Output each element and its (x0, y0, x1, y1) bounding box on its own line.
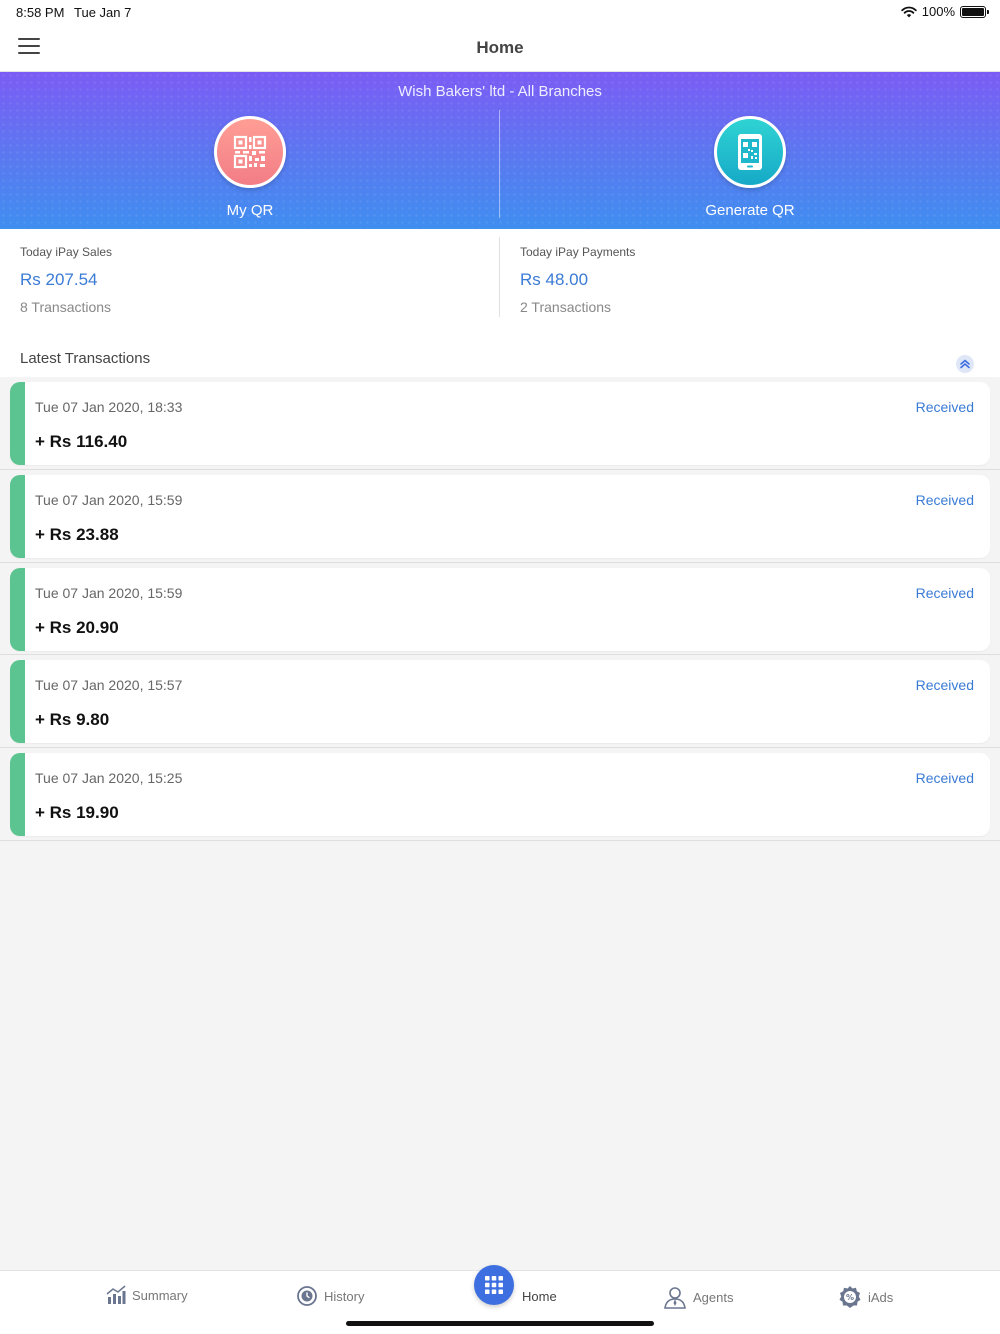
tab-history-label: History (324, 1288, 365, 1304)
transaction-status-bar (10, 660, 25, 744)
transaction-status-bar (10, 567, 25, 651)
svg-text:%: % (846, 1293, 854, 1302)
my-qr-label: My QR (226, 202, 274, 219)
latest-transactions-title: Latest Transactions (20, 350, 151, 367)
tab-iads-label: iAds (868, 1289, 894, 1305)
stats-divider (499, 237, 500, 317)
transaction-date: Tue 07 Jan 2020, 15:57 (35, 677, 183, 694)
page-title: Home (476, 38, 524, 57)
transaction-date: Tue 07 Jan 2020, 15:59 (35, 584, 183, 601)
table-row: Tue 07 Jan 2020, 15:25 Received + Rs 19.… (0, 748, 1000, 841)
transaction-status[interactable]: Received (916, 492, 974, 508)
battery-icon (960, 5, 989, 18)
banner-divider (499, 110, 500, 218)
table-row: Tue 07 Jan 2020, 18:33 Received + Rs 116… (0, 377, 1000, 470)
transaction-amount: + Rs 23.88 (35, 524, 119, 544)
payments-amount: Rs 48.00 (520, 270, 589, 289)
table-row: Tue 07 Jan 2020, 15:59 Received + Rs 23.… (0, 470, 1000, 563)
payments-summary[interactable]: Today iPay Payments Rs 48.00 2 Transacti… (520, 245, 1000, 315)
navigation-bar: Home (0, 24, 1000, 72)
today-stats: Today iPay Sales Rs 207.54 8 Transaction… (0, 229, 1000, 327)
tab-home[interactable]: Home (474, 1265, 557, 1305)
discount-badge-icon: % (839, 1286, 861, 1308)
status-date: Tue Jan 7 (74, 5, 132, 20)
status-bar: 8:58 PM Tue Jan 7 100% (0, 0, 1000, 24)
transaction-status[interactable]: Received (916, 677, 974, 693)
tab-summary[interactable]: Summary (106, 1285, 188, 1305)
sales-summary[interactable]: Today iPay Sales Rs 207.54 8 Transaction… (20, 245, 500, 315)
transaction-status[interactable]: Received (916, 585, 974, 601)
table-row: Tue 07 Jan 2020, 15:59 Received + Rs 20.… (0, 563, 1000, 656)
tab-iads[interactable]: % iAds (838, 1285, 893, 1309)
home-indicator (346, 1321, 654, 1326)
sales-count: 8 Transactions (20, 299, 112, 315)
payments-caption: Today iPay Payments (520, 245, 636, 259)
transaction-amount: + Rs 116.40 (35, 432, 128, 451)
bar-chart-icon (106, 1285, 126, 1304)
transaction-card[interactable]: Tue 07 Jan 2020, 15:59 Received + Rs 20.… (10, 567, 990, 651)
generate-qr-button[interactable]: Generate QR (670, 116, 830, 219)
latest-transactions-header: Latest Transactions (0, 327, 1000, 377)
wifi-icon (901, 6, 917, 17)
transaction-card[interactable]: Tue 07 Jan 2020, 15:25 Received + Rs 19.… (10, 753, 990, 836)
payments-count: 2 Transactions (520, 299, 612, 315)
status-right: 100% (901, 4, 989, 19)
transaction-status[interactable]: Received (916, 399, 974, 415)
transaction-status-bar (10, 474, 25, 558)
status-time: 8:58 PM (16, 5, 65, 20)
my-qr-button[interactable]: My QR (170, 116, 330, 219)
transactions-list: Tue 07 Jan 2020, 18:33 Received + Rs 116… (0, 377, 1000, 841)
clock-icon (297, 1286, 317, 1306)
transaction-card[interactable]: Tue 07 Jan 2020, 15:59 Received + Rs 23.… (10, 474, 990, 558)
tab-home-label: Home (522, 1288, 557, 1304)
transaction-status[interactable]: Received (916, 770, 974, 786)
grid-icon (474, 1265, 514, 1305)
phone-qr-icon (714, 116, 786, 188)
transaction-status-bar (10, 382, 25, 465)
generate-qr-label: Generate QR (705, 202, 795, 219)
sales-amount: Rs 207.54 (20, 270, 98, 289)
transaction-card[interactable]: Tue 07 Jan 2020, 15:57 Received + Rs 9.8… (10, 660, 990, 744)
transaction-date: Tue 07 Jan 2020, 18:33 (35, 399, 183, 415)
transaction-date: Tue 07 Jan 2020, 15:59 (35, 491, 183, 508)
tab-agents[interactable]: Agents (663, 1285, 733, 1309)
transaction-date: Tue 07 Jan 2020, 15:25 (35, 770, 183, 786)
collapse-up-icon[interactable] (956, 355, 974, 373)
qr-code-icon (214, 116, 286, 188)
battery-percent: 100% (921, 4, 955, 19)
agent-person-icon (664, 1287, 686, 1309)
transaction-card[interactable]: Tue 07 Jan 2020, 18:33 Received + Rs 116… (10, 382, 990, 465)
transaction-amount: + Rs 9.80 (35, 710, 110, 730)
tab-agents-label: Agents (693, 1289, 734, 1305)
tab-summary-label: Summary (132, 1287, 188, 1303)
transaction-amount: + Rs 20.90 (35, 617, 119, 637)
sales-caption: Today iPay Sales (20, 245, 113, 259)
header-banner: Wish Bakers' ltd - All Branches My QR Ge… (0, 72, 1000, 229)
branch-selector[interactable]: Wish Bakers' ltd - All Branches (0, 83, 1000, 100)
transaction-status-bar (10, 753, 25, 836)
tab-history[interactable]: History (296, 1285, 364, 1307)
transaction-amount: + Rs 19.90 (35, 803, 119, 822)
table-row: Tue 07 Jan 2020, 15:57 Received + Rs 9.8… (0, 655, 1000, 748)
